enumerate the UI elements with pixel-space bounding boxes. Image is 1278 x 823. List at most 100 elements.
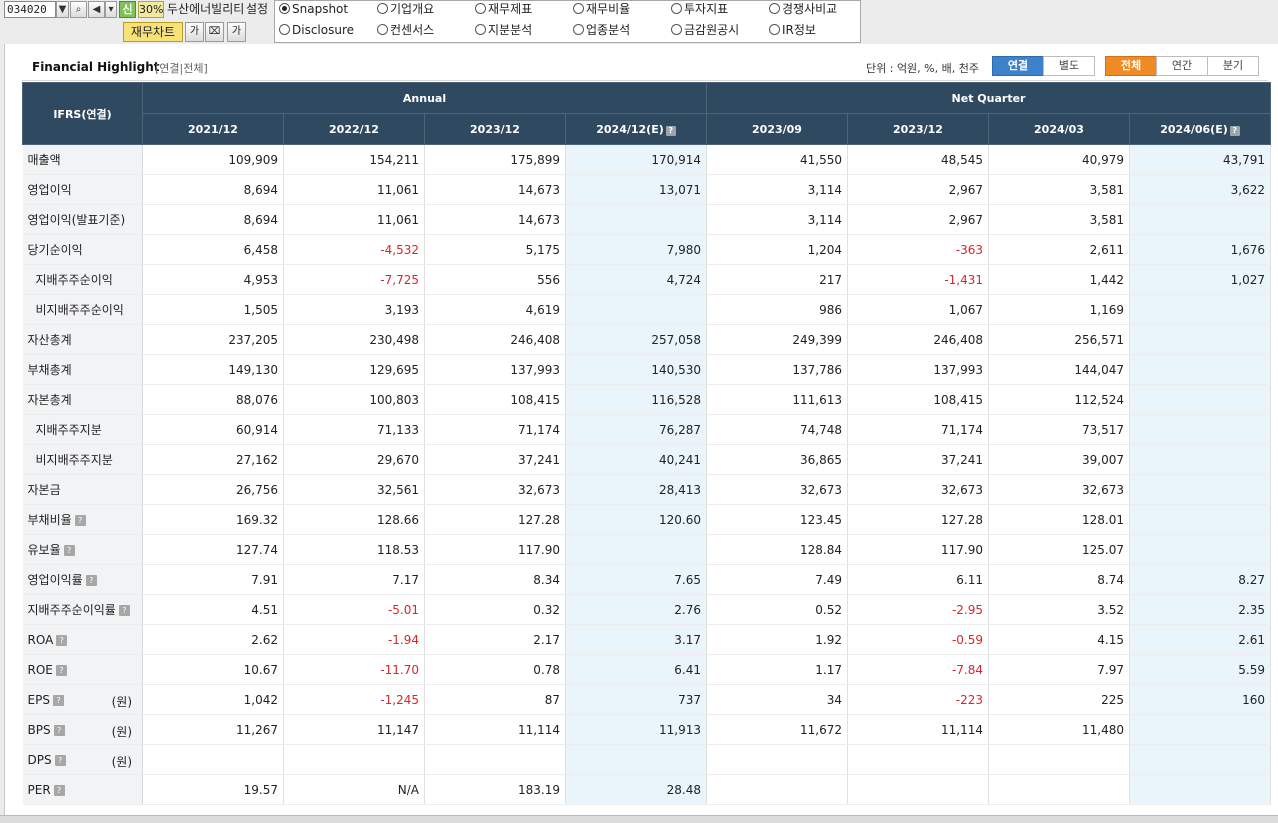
setting-button[interactable]: 설정 — [246, 1, 269, 18]
help-icon[interactable]: ? — [54, 754, 66, 766]
tab-financial-ratios[interactable]: 재무비율 — [573, 1, 630, 17]
help-icon[interactable]: ? — [53, 724, 65, 736]
table-cell: 1,505 — [142, 294, 284, 325]
table-row: ROA? 2.62 -1.94 2.17 3.17 1.92 -0.59 4.15 2.61 — [22, 624, 1271, 655]
table-cell: 246,408 — [424, 324, 566, 355]
table-cell: 1.17 — [706, 654, 848, 685]
table-cell — [1129, 384, 1271, 415]
table-cell: 5,175 — [424, 234, 566, 265]
tab-ir-info[interactable]: IR정보 — [769, 22, 816, 38]
tab-snapshot[interactable]: Snapshot — [279, 1, 348, 17]
financial-chart-button[interactable]: 재무차트 — [123, 22, 183, 42]
table-cell — [988, 744, 1130, 775]
table-row: 영업이익(발표기준) 8,694 11,061 14,673 3,114 2,967 3,5… — [22, 204, 1271, 235]
code-dropdown-icon[interactable]: ▼ — [56, 1, 69, 18]
tab-fss-disclosure[interactable]: 금감원공시 — [671, 22, 739, 38]
table-row: 지배주주지분 60,914 71,133 71,174 76,287 74,748 71,1… — [22, 414, 1271, 445]
help-icon[interactable]: ? — [665, 125, 676, 136]
column-header: 2023/12 — [424, 113, 566, 145]
speaker-icon[interactable]: ◀ — [88, 1, 105, 18]
table-row: 매출액 109,909 154,211 175,899 170,914 41,550 48,… — [22, 144, 1271, 175]
toggle-quarter[interactable]: 분기 — [1207, 56, 1259, 76]
help-icon[interactable]: ? — [1229, 125, 1240, 136]
help-icon[interactable]: ? — [118, 605, 130, 616]
table-cell: 7.97 — [988, 654, 1130, 685]
row-label: 매출액 — [22, 144, 143, 175]
table-cell: 0.32 — [424, 594, 566, 625]
table-cell: -7,725 — [283, 264, 425, 295]
help-icon[interactable]: ? — [56, 634, 68, 646]
new-badge[interactable]: 신 — [119, 1, 136, 18]
tab-peer-comparison[interactable]: 경쟁사비교 — [769, 1, 837, 17]
help-icon[interactable]: ? — [53, 784, 65, 796]
row-label: DPS? (원) — [22, 744, 143, 775]
table-row: 자산총계 237,205 230,498 246,408 257,058 249,399 2… — [22, 324, 1271, 355]
table-cell: 3,114 — [706, 174, 848, 205]
help-icon[interactable]: ? — [52, 694, 64, 706]
table-cell: 71,174 — [847, 414, 989, 445]
table-cell: 123.45 — [706, 504, 848, 535]
toggle-consolidated[interactable]: 연결 — [992, 56, 1044, 76]
table-row: ROE? 10.67 -11.70 0.78 6.41 1.17 -7.84 7.97 5.59 — [22, 654, 1271, 685]
toggle-separate[interactable]: 별도 — [1043, 56, 1095, 76]
table-cell: 7.65 — [565, 564, 707, 595]
toggle-annual[interactable]: 연간 — [1156, 56, 1208, 76]
search-icon[interactable]: ⌕ — [70, 1, 87, 18]
radio-selected-icon — [279, 3, 290, 14]
table-cell — [1129, 774, 1271, 805]
row-label: 지배주주지분 — [22, 414, 143, 445]
row-label: PER? — [22, 774, 143, 805]
toggle-all[interactable]: 전체 — [1105, 56, 1157, 76]
tab-company-overview[interactable]: 기업개요 — [377, 1, 434, 17]
table-cell: 118.53 — [283, 534, 425, 565]
table-cell: -1.94 — [283, 624, 425, 655]
font-size-icon[interactable]: 가 — [185, 22, 204, 42]
stock-code-input[interactable]: 034020 — [4, 1, 56, 18]
chevron-down-icon[interactable]: ▾ — [105, 1, 117, 18]
help-icon[interactable]: ? — [63, 545, 75, 556]
row-label: 영업이익률? — [22, 564, 143, 595]
table-cell: 37,241 — [424, 444, 566, 475]
help-icon[interactable]: ? — [74, 515, 86, 526]
table-cell: 137,993 — [424, 354, 566, 385]
tab-disclosure[interactable]: Disclosure — [279, 22, 354, 38]
table-cell: 7.17 — [283, 564, 425, 595]
table-cell: -0.59 — [847, 624, 989, 655]
table-cell — [424, 744, 566, 775]
table-cell: 32,673 — [988, 474, 1130, 505]
table-cell: 4,619 — [424, 294, 566, 325]
tab-consensus[interactable]: 컨센서스 — [377, 22, 434, 38]
row-label: 부채비율? — [22, 504, 143, 535]
tab-financial-statements[interactable]: 재무제표 — [475, 1, 532, 17]
tab-investment-indicators[interactable]: 투자지표 — [671, 1, 728, 17]
table-cell: 88,076 — [142, 384, 284, 415]
radio-icon — [769, 24, 780, 35]
radio-icon — [769, 3, 780, 14]
table-cell: 29,670 — [283, 444, 425, 475]
tab-ownership-analysis[interactable]: 지분분석 — [475, 22, 532, 38]
table-cell: 2,967 — [847, 174, 989, 205]
table-cell: 11,114 — [424, 714, 566, 745]
table-cell — [706, 774, 848, 805]
table-cell: 37,241 — [847, 444, 989, 475]
help-icon[interactable]: ? — [55, 664, 67, 676]
table-cell: 175,899 — [424, 144, 566, 175]
table-cell: 170,914 — [565, 144, 707, 175]
table-row: 비지배주주지분 27,162 29,670 37,241 40,241 36,865 37,… — [22, 444, 1271, 475]
table-cell: 5.59 — [1129, 654, 1271, 685]
table-cell — [1129, 444, 1271, 475]
help-icon[interactable]: ? — [85, 575, 97, 586]
font-style-icon[interactable]: 가 — [227, 22, 246, 42]
table-cell — [565, 534, 707, 565]
table-cell: 1,027 — [1129, 264, 1271, 295]
tab-industry-analysis[interactable]: 업종분석 — [573, 22, 630, 38]
financial-highlight-table: IFRS(연결) Annual Net Quarter 2021/12 2022/… — [22, 82, 1271, 805]
table-cell: 1,442 — [988, 264, 1130, 295]
table-cell — [1129, 204, 1271, 235]
table-cell: 129,695 — [283, 354, 425, 385]
table-cell: 112,524 — [988, 384, 1130, 415]
panel-subtitle: [연결|전체] — [155, 62, 208, 75]
expand-icon[interactable]: ⌧ — [205, 22, 224, 42]
row-label: 자본금 — [22, 474, 143, 505]
zoom-level[interactable]: 30% — [138, 1, 164, 18]
